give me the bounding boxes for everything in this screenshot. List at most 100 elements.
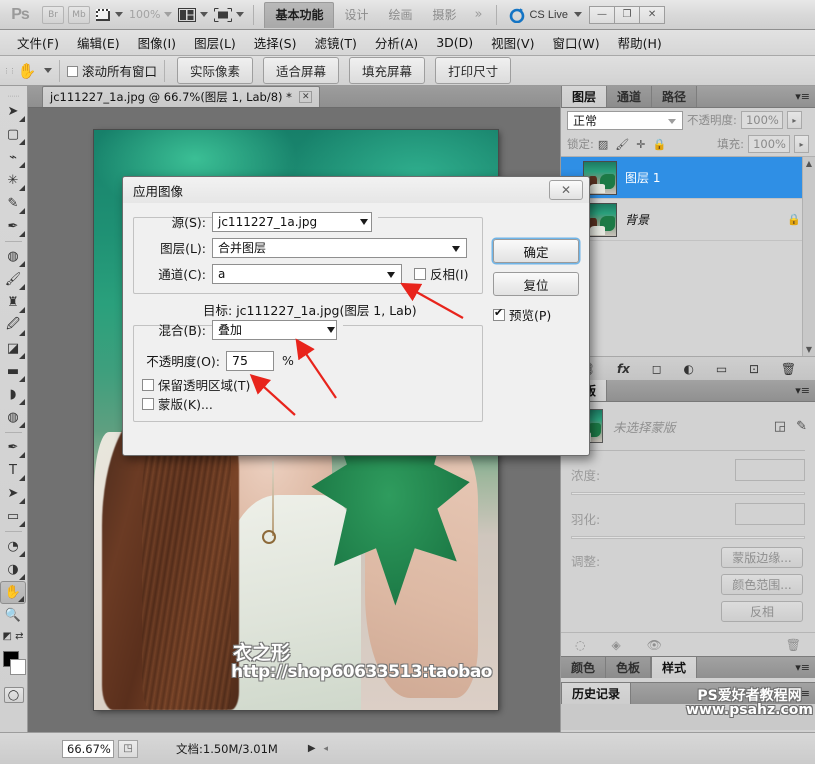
tool-gradient[interactable]: ▬ bbox=[0, 360, 26, 383]
tab-color[interactable]: 颜色 bbox=[561, 657, 607, 678]
close-icon[interactable]: ✕ bbox=[298, 91, 313, 103]
preview-checkbox[interactable]: 预览(P) bbox=[493, 305, 579, 324]
vector-mask-icon[interactable]: ✎ bbox=[796, 419, 807, 434]
menu-image[interactable]: 图像(I) bbox=[129, 30, 185, 55]
menu-3d[interactable]: 3D(D) bbox=[427, 32, 482, 53]
lock-image-icon[interactable]: 🖌 bbox=[615, 138, 629, 151]
history-panel-body[interactable] bbox=[561, 704, 815, 730]
tool-spot-healing[interactable]: ◍ bbox=[0, 245, 26, 268]
chevron-down-icon[interactable] bbox=[44, 68, 52, 73]
invert-button[interactable]: 反相 bbox=[721, 601, 803, 622]
screen-mode-button[interactable] bbox=[211, 3, 247, 27]
print-size-button[interactable]: 打印尺寸 bbox=[435, 57, 512, 84]
toolbox-grip[interactable]: ⋯⋯ bbox=[0, 92, 27, 100]
ok-button[interactable]: 确定 bbox=[493, 239, 579, 263]
scroll-up-icon[interactable]: ▲ bbox=[806, 157, 812, 170]
tool-rotate-view[interactable]: ◔ bbox=[0, 535, 26, 558]
layer-list-scrollbar[interactable]: ▲ ▼ bbox=[802, 157, 815, 356]
quick-mask-icon[interactable]: ◯ bbox=[3, 687, 24, 703]
panel-menu-icon[interactable]: ▾≡ bbox=[795, 687, 810, 700]
maximize-button[interactable]: ❐ bbox=[614, 5, 641, 24]
menu-window[interactable]: 窗口(W) bbox=[543, 30, 608, 55]
lock-position-icon[interactable]: ✛ bbox=[636, 138, 645, 151]
zoom-input[interactable]: 66.67% bbox=[62, 739, 114, 758]
menu-edit[interactable]: 编辑(E) bbox=[68, 30, 129, 55]
arrange-documents-button[interactable] bbox=[175, 3, 211, 27]
new-group-icon[interactable]: ▭ bbox=[716, 362, 727, 376]
opacity-input[interactable]: 100% bbox=[740, 111, 783, 129]
menu-view[interactable]: 视图(V) bbox=[482, 30, 543, 55]
invert-checkbox[interactable]: 反相(I) bbox=[414, 264, 468, 283]
apply-mask-icon[interactable]: ◈ bbox=[611, 638, 620, 652]
layer-style-fx-icon[interactable]: fx bbox=[617, 362, 630, 376]
tool-clone-stamp[interactable]: ♜ bbox=[0, 291, 26, 314]
menu-select[interactable]: 选择(S) bbox=[245, 30, 306, 55]
pixel-mask-icon[interactable]: ◲ bbox=[774, 419, 786, 434]
hand-tool-icon[interactable]: ✋ bbox=[14, 59, 40, 83]
tab-layers[interactable]: 图层 bbox=[561, 86, 608, 107]
scroll-down-icon[interactable]: ▼ bbox=[806, 343, 812, 356]
apply-image-dialog[interactable]: 应用图像 ✕ 源(S): jc111227_1a.jpg 图层(L): 合并图层 bbox=[122, 176, 590, 456]
adjustment-layer-icon[interactable]: ◐ bbox=[684, 362, 694, 376]
workspace-tab-painting[interactable]: 绘画 bbox=[378, 2, 422, 28]
tool-shape[interactable]: ▭ bbox=[0, 505, 26, 528]
menu-help[interactable]: 帮助(H) bbox=[609, 30, 671, 55]
tool-lasso[interactable]: ⌁ bbox=[0, 146, 26, 169]
mini-bridge-icon[interactable]: Mb bbox=[68, 5, 90, 24]
tab-history[interactable]: 历史记录 bbox=[561, 683, 632, 704]
layer-list[interactable]: 图层 1 背景 🔒 ▲ ▼ bbox=[561, 156, 815, 356]
density-input[interactable] bbox=[735, 459, 805, 481]
delete-mask-icon[interactable]: 🗑 bbox=[786, 638, 801, 652]
fill-stepper[interactable]: ▸ bbox=[794, 135, 809, 153]
panel-menu-icon[interactable]: ▾≡ bbox=[795, 384, 810, 397]
panel-menu-icon[interactable]: ▾≡ bbox=[795, 661, 810, 674]
table-row[interactable]: 图层 1 bbox=[561, 157, 815, 199]
workspace-tab-design[interactable]: 设计 bbox=[334, 2, 378, 28]
tool-eraser[interactable]: ◪ bbox=[0, 337, 26, 360]
dialog-title-bar[interactable]: 应用图像 ✕ bbox=[123, 177, 589, 203]
fill-screen-button[interactable]: 填充屏幕 bbox=[349, 57, 426, 84]
lock-transparency-icon[interactable]: ▨ bbox=[598, 138, 608, 151]
panel-menu-icon[interactable]: ▾≡ bbox=[795, 90, 810, 103]
tool-blur[interactable]: ◗ bbox=[0, 383, 26, 406]
status-options-icon[interactable]: ◳ bbox=[118, 739, 138, 758]
workspace-tab-essentials[interactable]: 基本功能 bbox=[264, 1, 335, 28]
menu-filter[interactable]: 滤镜(T) bbox=[305, 30, 365, 55]
preserve-transparency-checkbox[interactable]: 保留透明区域(T) bbox=[142, 375, 474, 394]
mask-edge-button[interactable]: 蒙版边缘... bbox=[721, 547, 803, 568]
fit-screen-button[interactable]: 适合屏幕 bbox=[263, 57, 340, 84]
delete-layer-icon[interactable]: 🗑 bbox=[781, 362, 796, 376]
color-range-button[interactable]: 颜色范围... bbox=[721, 574, 803, 595]
table-row[interactable]: 背景 🔒 bbox=[561, 199, 815, 241]
layer-select[interactable]: 合并图层 bbox=[212, 237, 467, 258]
blend-select[interactable]: 叠加 bbox=[212, 319, 343, 340]
tab-channels[interactable]: 通道 bbox=[607, 86, 653, 107]
add-layer-mask-icon[interactable]: ◻ bbox=[652, 362, 662, 376]
minimize-button[interactable]: — bbox=[589, 5, 616, 24]
new-layer-icon[interactable]: ⊡ bbox=[749, 362, 759, 376]
tool-path-selection[interactable]: ➤ bbox=[0, 482, 26, 505]
tool-dodge[interactable]: ◍ bbox=[0, 406, 26, 429]
actual-pixels-button[interactable]: 实际像素 bbox=[177, 57, 254, 84]
zoom-level-selector[interactable]: 100% bbox=[126, 3, 175, 27]
tool-magic-wand[interactable]: ✳ bbox=[0, 169, 26, 192]
view-extras-button[interactable] bbox=[92, 3, 126, 27]
document-tab[interactable]: jc111227_1a.jpg @ 66.7%(图层 1, Lab/8) * ✕ bbox=[42, 86, 321, 107]
tab-paths[interactable]: 路径 bbox=[652, 86, 698, 107]
menu-analysis[interactable]: 分析(A) bbox=[366, 30, 427, 55]
cs-live-button[interactable]: CS Live bbox=[509, 7, 583, 23]
background-color-swatch[interactable] bbox=[10, 659, 26, 675]
menu-layer[interactable]: 图层(L) bbox=[185, 30, 245, 55]
status-menu-arrow-icon[interactable]: ▶ bbox=[308, 743, 316, 754]
close-icon[interactable]: ✕ bbox=[549, 180, 583, 200]
tool-type[interactable]: T bbox=[0, 459, 26, 482]
mask-checkbox[interactable]: 蒙版(K)... bbox=[142, 394, 474, 413]
tool-brush[interactable]: 🖌 bbox=[0, 268, 26, 291]
fill-input[interactable]: 100% bbox=[748, 135, 790, 153]
load-selection-icon[interactable]: ◌ bbox=[575, 638, 585, 652]
tool-eyedropper[interactable]: ✒ bbox=[0, 215, 26, 238]
workspace-tab-photography[interactable]: 摄影 bbox=[423, 2, 467, 28]
opacity-stepper[interactable]: ▸ bbox=[786, 111, 802, 129]
color-swatches[interactable] bbox=[0, 649, 28, 683]
tool-move[interactable]: ➤ bbox=[0, 100, 26, 123]
